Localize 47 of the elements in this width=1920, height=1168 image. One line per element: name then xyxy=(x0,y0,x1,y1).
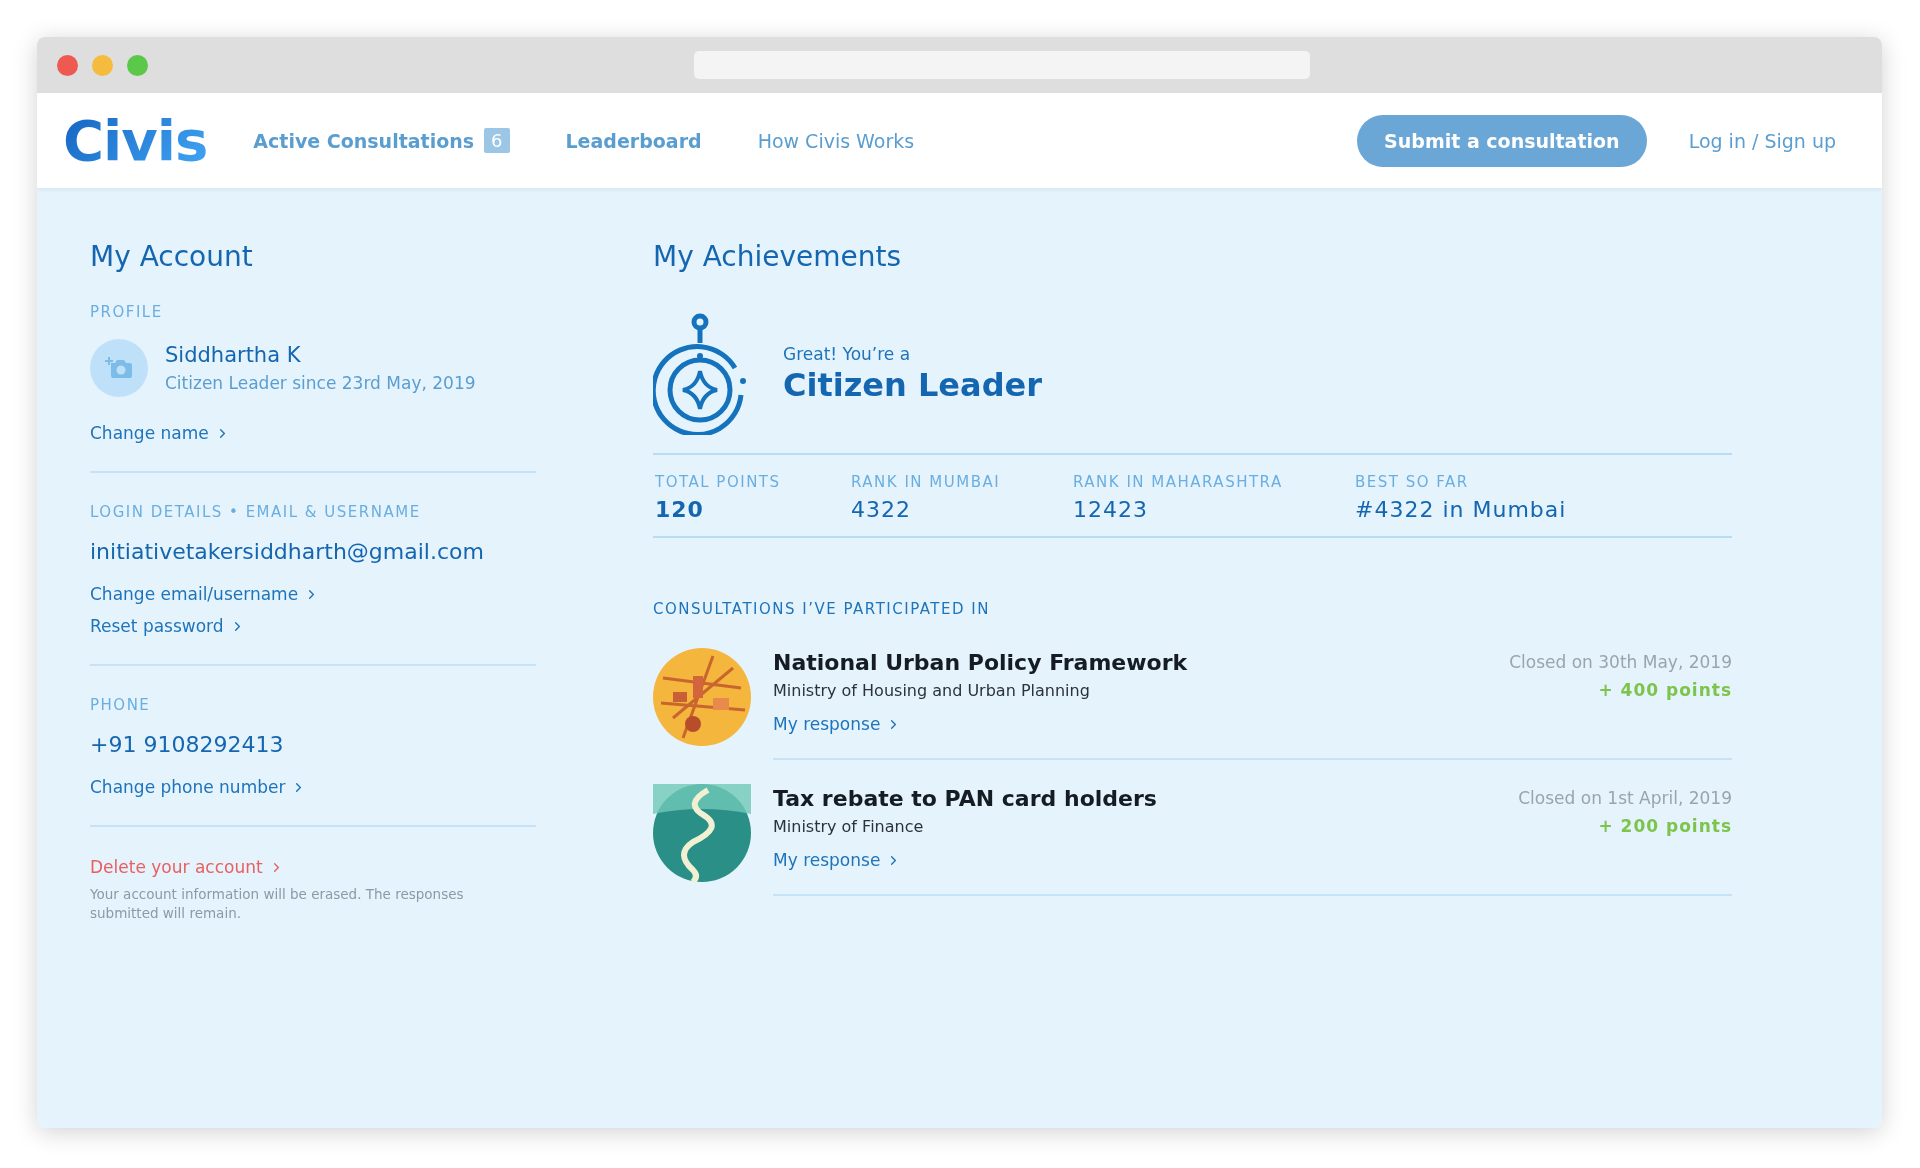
stat-label: TOTAL POINTS xyxy=(655,473,782,491)
nav-link[interactable]: How Civis Works xyxy=(757,129,915,152)
points-earned: + 200 points xyxy=(1598,816,1732,836)
page-heading: My Achievements xyxy=(653,240,903,273)
section-label: PROFILE xyxy=(90,303,164,321)
submit-consultation-button[interactable]: Submit a consultation xyxy=(1357,114,1647,167)
section-label: PHONE xyxy=(90,696,152,714)
closed-date: Closed on 1st April, 2019 xyxy=(1518,788,1732,808)
email-address: initiativetakersiddharth@gmail.com xyxy=(90,539,485,564)
points-earned: + 400 points xyxy=(1598,680,1732,700)
add-photo-icon xyxy=(105,356,133,380)
user-name: Siddhartha K xyxy=(165,343,302,367)
phone-number: +91 9108292413 xyxy=(90,732,285,757)
stat-label: RANK IN MUMBAI xyxy=(851,473,1002,491)
compass-badge-icon xyxy=(653,313,747,435)
my-response-link[interactable]: My response xyxy=(773,714,902,734)
count-badge: 6 xyxy=(484,128,510,153)
consultation-title: National Urban Policy Framework xyxy=(773,650,1189,675)
member-since: Citizen Leader since 23rd May, 2019 xyxy=(165,373,476,393)
delete-account-link[interactable]: Delete your account xyxy=(90,857,284,877)
badge-intro: Great! You’re a xyxy=(783,344,912,364)
maximize-icon[interactable] xyxy=(127,54,148,76)
stat-value: #4322 in Mumbai xyxy=(1355,497,1568,522)
page-heading: My Account xyxy=(90,240,254,273)
ministry-name: Ministry of Finance xyxy=(773,817,925,836)
close-icon[interactable] xyxy=(57,54,78,76)
badge-title: Citizen Leader xyxy=(783,366,1043,404)
nav-link[interactable]: Active Consultations 6 xyxy=(253,128,510,153)
stat-value: 12423 xyxy=(1073,497,1149,522)
change-name-link[interactable]: Change name xyxy=(90,423,230,443)
account-link[interactable]: Reset password xyxy=(90,616,245,636)
section-label: LOGIN DETAILS • EMAIL & USERNAME xyxy=(90,503,422,521)
stat-label: RANK IN MAHARASHTRA xyxy=(1073,473,1284,491)
nav-link[interactable]: Leaderboard xyxy=(565,129,702,152)
stat-value: 120 xyxy=(655,497,705,522)
minimize-icon[interactable] xyxy=(92,54,113,76)
ministry-name: Ministry of Housing and Urban Planning xyxy=(773,681,1091,700)
closed-date: Closed on 30th May, 2019 xyxy=(1509,652,1732,672)
delete-note: Your account information will be erased. The responses submitted will remain. xyxy=(90,885,465,923)
login-link[interactable]: Log in / Sign up xyxy=(1688,129,1836,152)
change-phone-link[interactable]: Change phone number xyxy=(90,777,307,797)
consultation-title: Tax rebate to PAN card holders xyxy=(773,786,1158,811)
stat-value: 4322 xyxy=(851,497,912,522)
my-response-link[interactable]: My response xyxy=(773,850,902,870)
stat-label: BEST SO FAR xyxy=(1355,473,1470,491)
section-label: CONSULTATIONS I’VE PARTICIPATED IN xyxy=(653,600,991,618)
account-link[interactable]: Change email/username xyxy=(90,584,320,604)
